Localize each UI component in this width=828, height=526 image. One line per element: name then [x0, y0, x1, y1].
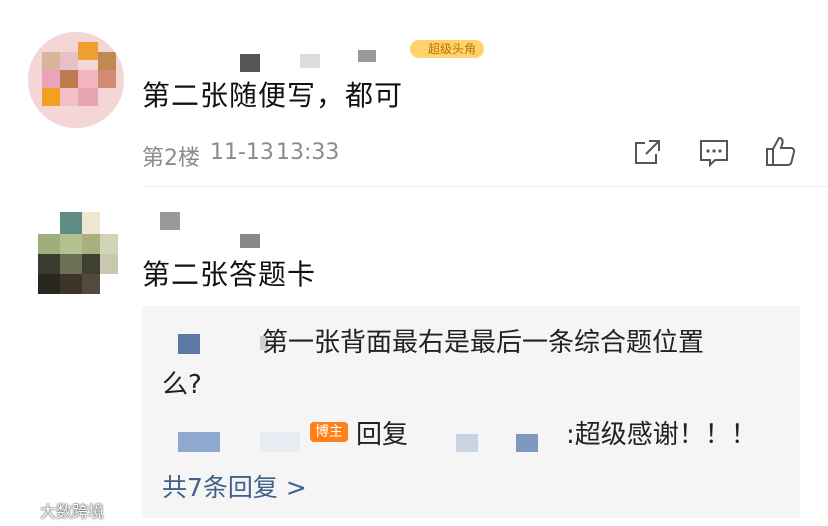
reply2-target-username[interactable]: [412, 432, 562, 456]
comment1-text: 第二张随便写，都可: [142, 79, 404, 112]
watermark-logo-icon: [8, 496, 38, 522]
comment-icon[interactable]: [698, 138, 730, 168]
comment1-username[interactable]: [240, 50, 400, 72]
comment1-time: 13:33: [276, 140, 340, 165]
watermark-text: 大数跨境: [40, 502, 105, 521]
comment1-floor: 第2楼: [142, 146, 200, 171]
comment1-fan-badge: 超级头角: [410, 40, 485, 58]
reply2-text: :超级感谢！！！: [566, 420, 757, 450]
reply2-username[interactable]: [178, 432, 308, 456]
share-icon[interactable]: [632, 138, 662, 168]
reply1-text: 第一张背面最右是最后一条综合题位置: [262, 328, 705, 358]
reply2-author-badge: 博主: [310, 422, 348, 442]
comment-divider: [142, 186, 828, 187]
comment2-username[interactable]: [160, 212, 280, 252]
comment1-avatar[interactable]: [28, 32, 124, 128]
reply1-username[interactable]: [178, 334, 268, 358]
reply1-text-cont: 么?: [162, 370, 202, 400]
comment2-avatar[interactable]: [38, 212, 118, 294]
comment1-date: 11-13: [210, 140, 274, 165]
like-icon[interactable]: [764, 134, 798, 168]
reply2-reply-word: 回复: [356, 420, 409, 450]
more-replies-link[interactable]: 共7条回复 >: [162, 468, 307, 504]
comment2-text: 第二张答题卡: [142, 258, 317, 291]
